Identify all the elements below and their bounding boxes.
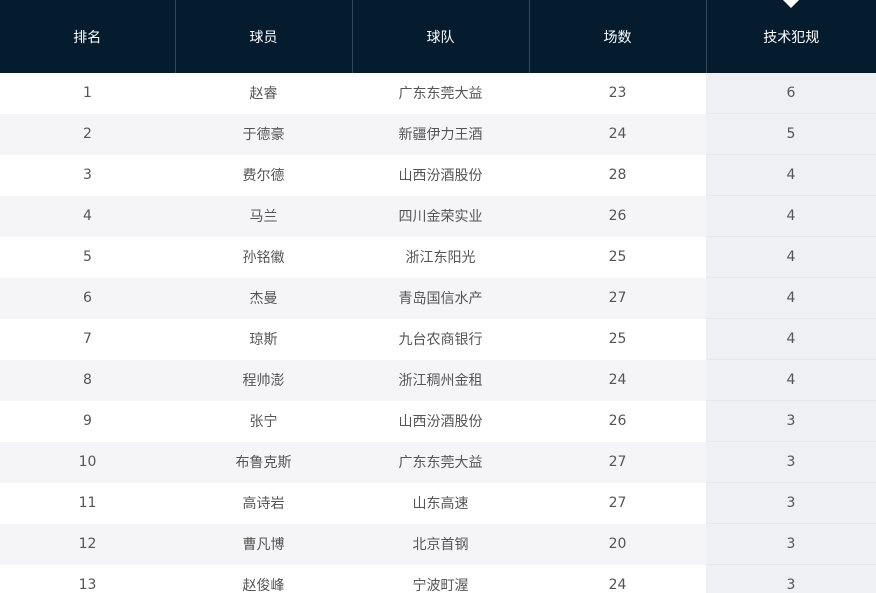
table-row[interactable]: 3 费尔德 山西汾酒股份 28 4 xyxy=(0,154,876,196)
cell-team: 宁波町渥 xyxy=(352,564,529,593)
cell-technical-fouls: 4 xyxy=(706,277,876,319)
cell-technical-fouls: 4 xyxy=(706,195,876,237)
header-technical-fouls-label: 技术犯规 xyxy=(763,29,820,46)
cell-rank: 2 xyxy=(0,113,175,155)
cell-games: 24 xyxy=(529,564,706,593)
cell-technical-fouls: 5 xyxy=(706,113,876,155)
cell-team: 新疆伊力王酒 xyxy=(352,113,529,155)
cell-team: 浙江东阳光 xyxy=(352,236,529,278)
table-row[interactable]: 10 布鲁克斯 广东东莞大益 27 3 xyxy=(0,441,876,483)
cell-team: 四川金荣实业 xyxy=(352,195,529,237)
cell-rank: 12 xyxy=(0,523,175,565)
table-row[interactable]: 13 赵俊峰 宁波町渥 24 3 xyxy=(0,564,876,593)
header-games[interactable]: 场数 xyxy=(529,0,707,73)
header-player-label: 球员 xyxy=(249,29,278,46)
header-player[interactable]: 球员 xyxy=(175,0,353,73)
cell-games: 26 xyxy=(529,195,706,237)
cell-rank: 11 xyxy=(0,482,175,524)
cell-rank: 6 xyxy=(0,277,175,319)
cell-rank: 5 xyxy=(0,236,175,278)
cell-games: 28 xyxy=(529,154,706,196)
cell-technical-fouls: 3 xyxy=(706,523,876,565)
cell-technical-fouls: 4 xyxy=(706,359,876,401)
cell-technical-fouls: 6 xyxy=(706,73,876,114)
header-technical-fouls[interactable]: 技术犯规 xyxy=(706,0,876,73)
cell-team: 广东东莞大益 xyxy=(352,441,529,483)
cell-team: 山东高速 xyxy=(352,482,529,524)
cell-games: 25 xyxy=(529,318,706,360)
table-row[interactable]: 4 马兰 四川金荣实业 26 4 xyxy=(0,195,876,237)
cell-games: 27 xyxy=(529,441,706,483)
cell-player: 张宁 xyxy=(175,400,352,442)
cell-player: 布鲁克斯 xyxy=(175,441,352,483)
table-row[interactable]: 6 杰曼 青岛国信水产 27 4 xyxy=(0,277,876,319)
table-row[interactable]: 2 于德豪 新疆伊力王酒 24 5 xyxy=(0,113,876,155)
cell-team: 浙江稠州金租 xyxy=(352,359,529,401)
cell-games: 27 xyxy=(529,482,706,524)
table-row[interactable]: 12 曹凡博 北京首钢 20 3 xyxy=(0,523,876,565)
cell-player: 程帅澎 xyxy=(175,359,352,401)
header-row: 排名 球员 球队 场数 技术犯规 xyxy=(0,0,876,73)
table-row[interactable]: 5 孙铭徽 浙江东阳光 25 4 xyxy=(0,236,876,278)
cell-player: 马兰 xyxy=(175,195,352,237)
cell-rank: 7 xyxy=(0,318,175,360)
table-row[interactable]: 8 程帅澎 浙江稠州金租 24 4 xyxy=(0,359,876,401)
cell-technical-fouls: 3 xyxy=(706,482,876,524)
table-header: 排名 球员 球队 场数 技术犯规 xyxy=(0,0,876,73)
cell-player: 赵睿 xyxy=(175,73,352,114)
header-rank-label: 排名 xyxy=(73,29,102,46)
cell-player: 高诗岩 xyxy=(175,482,352,524)
cell-games: 24 xyxy=(529,359,706,401)
cell-technical-fouls: 3 xyxy=(706,400,876,442)
cell-team: 九台农商银行 xyxy=(352,318,529,360)
table-row[interactable]: 11 高诗岩 山东高速 27 3 xyxy=(0,482,876,524)
caret-down-icon xyxy=(783,0,800,8)
cell-player: 琼斯 xyxy=(175,318,352,360)
table-row[interactable]: 9 张宁 山西汾酒股份 26 3 xyxy=(0,400,876,442)
cell-player: 赵俊峰 xyxy=(175,564,352,593)
cell-rank: 10 xyxy=(0,441,175,483)
header-team-label: 球队 xyxy=(426,29,455,46)
cell-technical-fouls: 4 xyxy=(706,318,876,360)
cell-player: 费尔德 xyxy=(175,154,352,196)
cell-team: 山西汾酒股份 xyxy=(352,400,529,442)
header-games-label: 场数 xyxy=(603,29,632,46)
cell-team: 北京首钢 xyxy=(352,523,529,565)
cell-rank: 9 xyxy=(0,400,175,442)
cell-rank: 4 xyxy=(0,195,175,237)
table-row[interactable]: 7 琼斯 九台农商银行 25 4 xyxy=(0,318,876,360)
cell-games: 24 xyxy=(529,113,706,155)
table-row[interactable]: 1 赵睿 广东东莞大益 23 6 xyxy=(0,73,876,114)
cell-games: 27 xyxy=(529,277,706,319)
cell-technical-fouls: 3 xyxy=(706,441,876,483)
cell-games: 26 xyxy=(529,400,706,442)
cell-team: 广东东莞大益 xyxy=(352,73,529,114)
cell-games: 23 xyxy=(529,73,706,114)
cell-technical-fouls: 4 xyxy=(706,236,876,278)
cell-player: 杰曼 xyxy=(175,277,352,319)
cell-player: 孙铭徽 xyxy=(175,236,352,278)
cell-rank: 13 xyxy=(0,564,175,593)
header-team[interactable]: 球队 xyxy=(352,0,530,73)
header-rank[interactable]: 排名 xyxy=(0,0,176,73)
cell-team: 青岛国信水产 xyxy=(352,277,529,319)
cell-rank: 3 xyxy=(0,154,175,196)
cell-player: 曹凡博 xyxy=(175,523,352,565)
cell-rank: 8 xyxy=(0,359,175,401)
table-body: 1 赵睿 广东东莞大益 23 6 2 于德豪 新疆伊力王酒 24 5 3 费尔德 山西汾酒股份 28 4 4 马… xyxy=(0,73,876,593)
cell-games: 20 xyxy=(529,523,706,565)
cell-technical-fouls: 3 xyxy=(706,564,876,593)
cell-technical-fouls: 4 xyxy=(706,154,876,196)
cell-team: 山西汾酒股份 xyxy=(352,154,529,196)
cell-player: 于德豪 xyxy=(175,113,352,155)
technical-fouls-table: 排名 球员 球队 场数 技术犯规 1 赵睿 广东东莞大益 23 6 2 于德豪 新疆伊力王酒 2… xyxy=(0,0,876,593)
cell-rank: 1 xyxy=(0,73,175,114)
cell-games: 25 xyxy=(529,236,706,278)
